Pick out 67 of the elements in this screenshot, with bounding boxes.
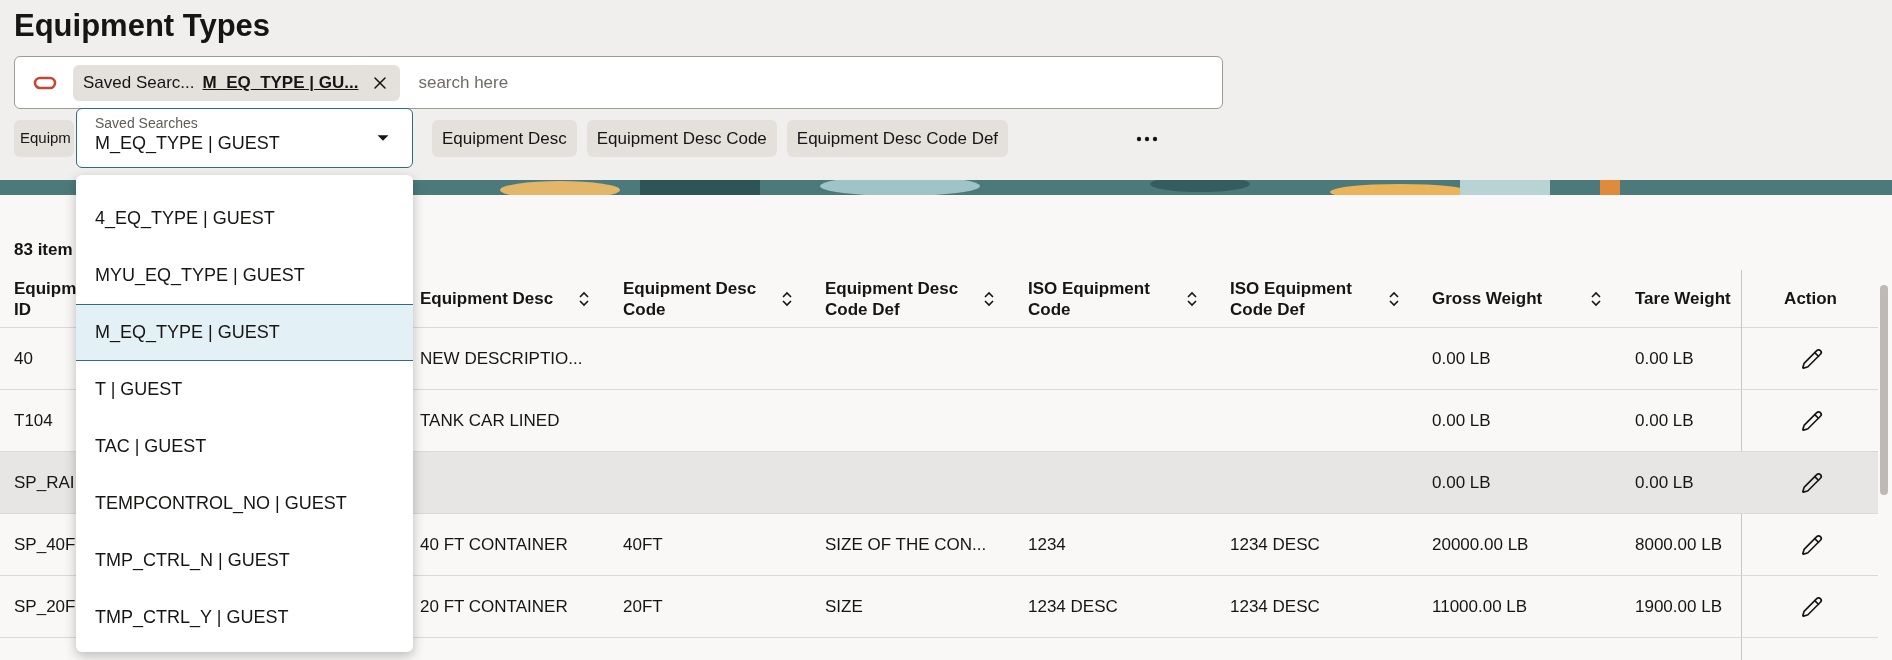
column-header[interactable]: Gross Weight [1432,288,1582,309]
table-cell: 20000.00 LB [1432,534,1529,554]
sort-icon[interactable] [983,290,995,307]
table-cell: 11000.00 LB [1432,596,1528,616]
filter-chip[interactable]: Equipm [14,120,74,157]
table-cell: 0.00 LB [1432,472,1491,492]
edit-icon[interactable] [1801,471,1823,494]
table-cell: T104 [14,410,53,430]
logo-icon [33,74,57,91]
column-header[interactable]: Equipm ID [14,277,74,320]
edit-icon[interactable] [1801,595,1823,618]
table-cell: 20 FT CONTAINER [420,596,568,616]
filter-chip[interactable]: Equipment Desc Code Def [786,120,1009,157]
table-cell: 1234 DESC [1028,596,1118,616]
table-cell: 1234 DESC [1230,534,1320,554]
table-cell: 40 [14,348,33,368]
sort-icon[interactable] [781,290,793,307]
table-cell: 1900.00 LB [1635,596,1722,616]
table-cell: 0.00 LB [1432,410,1491,430]
table-cell: SIZE [825,596,863,616]
column-header[interactable]: Equipment Desc Code [623,277,773,320]
table-cell: 40 FT CONTAINER [420,534,568,554]
page-title: Equipment Types [14,7,272,45]
table-cell: SP_40F [14,534,76,554]
table-cell: 1234 DESC [1230,596,1320,616]
item-count: 83 item [14,239,73,261]
column-header[interactable]: ISO Equipment Code Def [1230,277,1380,320]
sort-icon[interactable] [1388,290,1400,307]
sort-icon[interactable] [1186,290,1198,307]
search-field[interactable]: Saved Searc... M_EQ_TYPE | GU... search here [14,56,1223,109]
edit-icon[interactable] [1801,347,1823,370]
column-header[interactable]: ISO Equipment Code [1028,277,1178,320]
filter-chip[interactable]: Equipment Desc [432,120,577,157]
select-label: Saved Searches [95,115,199,131]
table-cell: SIZE OF THE CON... [825,534,987,554]
table-cell: SP_RAI [14,472,75,492]
table-cell: 40FT [623,534,663,554]
search-input[interactable]: search here [418,69,1204,96]
saved-search-chip[interactable]: Saved Searc... M_EQ_TYPE | GU... [73,64,401,101]
more-icon[interactable] [1136,135,1159,142]
chip-value: M_EQ_TYPE | GU... [202,71,359,94]
dropdown-option[interactable]: MYU_EQ_TYPE | GUEST [76,247,413,304]
edit-icon[interactable] [1801,409,1823,432]
select-value: M_EQ_TYPE | GUEST [95,132,280,155]
column-header[interactable]: Action [1784,288,1837,309]
table-cell: 0.00 LB [1432,348,1491,368]
column-header[interactable]: Tare Weight [1635,288,1731,309]
column-header[interactable]: Equipment Desc Code Def [825,277,975,320]
chip-label: Saved Searc... [83,71,195,94]
table-cell: 8000.00 LB [1635,534,1722,554]
table-cell: NEW DESCRIPTIO... [420,348,583,368]
table-cell: TANK CAR LINED [420,410,560,430]
table-cell: 0.00 LB [1635,348,1694,368]
dropdown-option[interactable]: 4_EQ_TYPE | GUEST [76,190,413,247]
dropdown-option[interactable]: M_EQ_TYPE | GUEST [76,304,413,361]
sort-icon[interactable] [578,290,590,307]
scrollbar[interactable] [1880,285,1888,495]
column-header[interactable]: Equipment Desc [420,288,570,309]
table-cell: 20FT [623,596,663,616]
sort-icon[interactable] [1590,290,1602,307]
table-cell: SP_20F [14,596,76,616]
filter-chip[interactable]: Equipment Desc Code [586,120,777,157]
table-cell: 0.00 LB [1635,472,1694,492]
edit-icon[interactable] [1801,533,1823,556]
table-cell: 0.00 LB [1635,410,1694,430]
table-cell: 1234 [1028,534,1066,554]
saved-searches-select[interactable]: Saved Searches M_EQ_TYPE | GUEST [76,108,413,168]
